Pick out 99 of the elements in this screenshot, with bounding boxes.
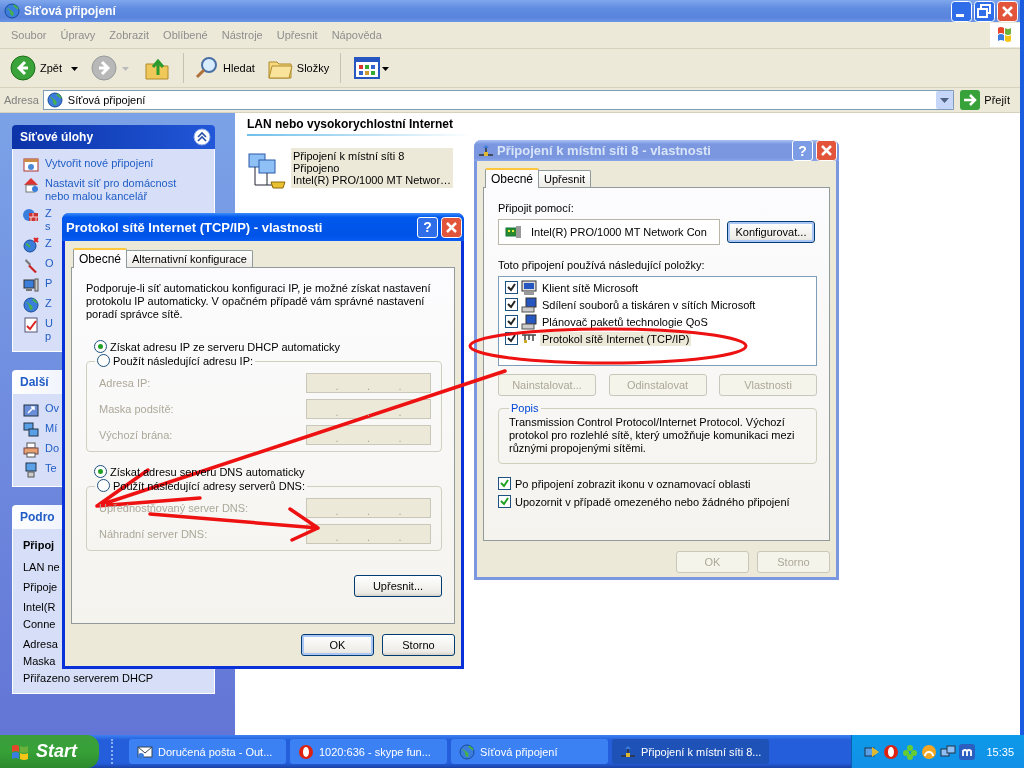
network-plug-icon (478, 142, 494, 159)
group-title: Popis (510, 402, 540, 414)
windows-flag-icon (990, 23, 1020, 47)
taskbar-button[interactable]: Připojení k místní síti 8... (612, 739, 769, 764)
radio-button[interactable]: Použít následující adresu IP: (97, 354, 254, 367)
menu-item[interactable]: Soubor (4, 29, 54, 41)
search-button[interactable]: Hledat (191, 54, 259, 82)
menu-item[interactable]: Oblíbené (156, 29, 215, 41)
globe-icon (23, 237, 39, 253)
clock: 15:35 (986, 745, 1014, 758)
adapter-field: Intel(R) PRO/1000 MT Network Con (498, 219, 720, 245)
detail-text: Adresa (23, 638, 59, 651)
minimize-button[interactable] (951, 0, 972, 22)
dialog-title: Připojení k místní síti 8 - vlastnosti (497, 143, 711, 158)
collapse-icon[interactable] (193, 128, 211, 146)
monitors-icon[interactable] (940, 743, 957, 760)
document-icon (23, 317, 39, 333)
taskbar-button[interactable]: Doručená pošta - Out... (129, 739, 286, 764)
checkbox[interactable] (505, 281, 518, 294)
ok-button[interactable]: OK (301, 634, 374, 656)
description-text: Transmission Control Protocol/Internet Protocol. Výchozí protokol pro rozlehlé sítě, který umožňuje komunikaci mezi různými propojenými sítěmi. (509, 416, 796, 455)
menu-item[interactable]: Upřesnit (269, 29, 325, 41)
field-label: Náhradní server DNS: (99, 528, 208, 540)
list-item[interactable]: Klient sítě Microsoft (505, 279, 810, 296)
address-label: Adresa (4, 94, 39, 106)
detail-text: Přiřazeno serverem DHCP (23, 672, 155, 685)
tab[interactable]: Alternativní konfigurace (126, 250, 253, 267)
folders-button[interactable]: Složky (262, 54, 334, 82)
o-icon[interactable] (883, 743, 900, 760)
network-card-icon (505, 225, 523, 239)
search-icon (195, 56, 219, 80)
taskbar-button[interactable]: 1020:636 - skype fun... (290, 739, 447, 764)
detail-text: Připoje (23, 581, 59, 594)
task-link[interactable]: Vytvořit nové připojení (45, 157, 195, 170)
house-icon (23, 177, 39, 193)
printer-icon (23, 442, 39, 458)
checkbox[interactable] (505, 298, 518, 311)
monitor-icon (521, 279, 537, 296)
network-connection-icon[interactable] (247, 152, 287, 192)
computer-icon (521, 296, 537, 313)
cancel-button[interactable]: Storno (382, 634, 455, 656)
menu-item[interactable]: Nápověda (324, 29, 389, 41)
section-header[interactable]: Síťové úlohy (12, 125, 215, 149)
wrench-icon (23, 257, 39, 273)
address-field[interactable]: Síťová připojení (42, 90, 955, 110)
dropdown-icon[interactable] (936, 91, 954, 109)
globe-icon (459, 743, 475, 760)
radio-button[interactable]: Získat adresu IP ze serveru DHCP automaticky (94, 340, 341, 353)
group-header: LAN nebo vysokorychlostní Internet (247, 117, 472, 136)
field-label: Toto připojení používá následující položky: (498, 259, 706, 271)
task-link[interactable]: Nastavit síť pro domácnost nebo malou kancelář (45, 177, 195, 203)
list-item[interactable]: Protokol sítě Internet (TCP/IP) (505, 330, 810, 347)
close-button[interactable] (441, 216, 462, 238)
advanced-button[interactable]: Upřesnit... (354, 575, 442, 597)
o-icon (298, 743, 314, 760)
detail-text: Intel(R (23, 601, 57, 614)
checkbox[interactable] (505, 315, 518, 328)
field-label: Adresa IP: (99, 377, 151, 389)
menu-item[interactable]: Úpravy (53, 29, 103, 41)
monitors-icon (23, 422, 39, 438)
description-text: Podporuje-li síť automatickou konfiguraci IP, je možné získat nastavení protokolu IP automaticky. V opačném případě vám správné nastavení poradí správce sítě. (86, 282, 432, 321)
dialog-title: Protokol sítě Internet (TCP/IP) - vlastnosti (66, 219, 323, 235)
field-label: Maska podsítě: (99, 403, 174, 415)
go-button[interactable]: Přejít (958, 90, 1016, 110)
globe-icon (46, 92, 63, 108)
views-icon[interactable] (354, 55, 391, 81)
start-button[interactable]: Start (0, 735, 99, 768)
list-item[interactable]: Plánovač paketů technologie QoS (505, 313, 810, 330)
field-label: Upřednostňovaný server DNS: (99, 502, 249, 514)
detail-text: Připoj (23, 539, 56, 552)
taskbar-button[interactable]: Síťová připojení (451, 739, 608, 764)
envelope-icon (137, 743, 153, 760)
field-label: Připojit pomocí: (498, 202, 575, 214)
connection-item[interactable]: Připojení k místní síti 8 Připojeno Intel(R) PRO/1000 MT Networ… (291, 148, 454, 188)
menu-item[interactable]: Nástroje (214, 29, 270, 41)
m-icon[interactable] (959, 743, 976, 760)
menu-item[interactable]: Zobrazit (102, 29, 157, 41)
go-arrow-icon (960, 90, 981, 110)
close-button[interactable] (997, 0, 1018, 22)
globe-icon (4, 3, 20, 19)
computer-icon (521, 313, 537, 330)
network-plug-icon (521, 333, 537, 344)
computer-icon (23, 462, 39, 478)
window-title: Síťová připojení (24, 4, 117, 18)
help-button[interactable]: ? (417, 216, 438, 238)
back-button[interactable]: Zpět (6, 53, 66, 83)
folder-icon (23, 402, 39, 418)
network-plug-icon (620, 743, 636, 760)
globe-icon (23, 297, 39, 313)
list-item[interactable]: Sdílení souborů a tiskáren v sítích Microsoft (505, 296, 810, 313)
tab[interactable]: Obecné (73, 248, 128, 268)
detail-text: LAN ne (23, 561, 61, 574)
restore-button[interactable] (974, 0, 995, 22)
brick-wall-icon (23, 207, 39, 223)
window-icon (23, 157, 39, 173)
monitor-icon (23, 277, 39, 293)
detail-text: Maska (23, 655, 57, 668)
detail-text: Conne (23, 618, 57, 631)
field-label: Výchozí brána: (99, 429, 173, 441)
